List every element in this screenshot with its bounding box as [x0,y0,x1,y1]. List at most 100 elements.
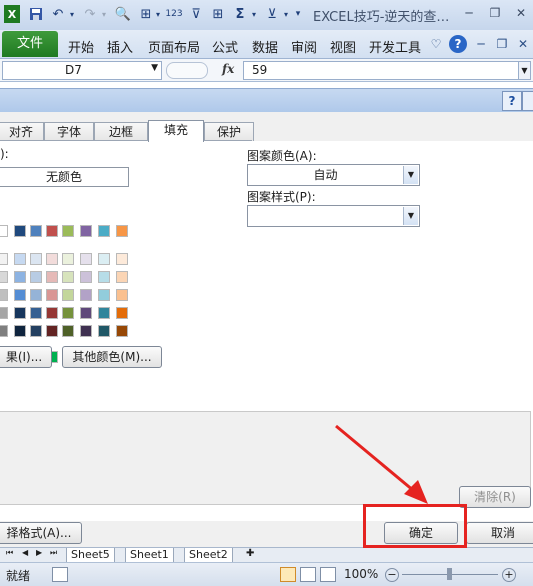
more-colors-button[interactable]: 其他颜色(M)... [62,346,162,368]
tab-formulas[interactable]: 公式 [212,37,238,56]
chevron-down-icon[interactable]: ▼ [403,166,418,184]
color-swatch[interactable] [62,289,74,301]
autosum-icon[interactable]: Σ [232,5,248,23]
number-format-icon[interactable]: 123 [165,5,182,23]
formula-input[interactable]: 59 [243,61,521,80]
color-swatch[interactable] [14,225,26,237]
cancel-button[interactable]: 取消 [466,522,533,544]
help-icon[interactable]: ? [449,35,467,53]
color-swatch[interactable] [14,253,26,265]
normal-view-icon[interactable] [280,567,296,582]
choose-format-from-cell-button[interactable]: 择格式(A)... [0,522,82,544]
pattern-style-select[interactable]: ▼ [247,205,420,227]
tab-protection[interactable]: 保护 [204,122,254,141]
color-swatch[interactable] [98,289,110,301]
dialog-help-icon[interactable]: ? [502,91,522,111]
color-swatch[interactable] [98,225,110,237]
color-swatch[interactable] [62,225,74,237]
dialog-close-icon[interactable] [522,91,533,111]
color-swatch[interactable] [30,289,42,301]
collapse-ribbon-icon[interactable]: ♡ [427,35,445,53]
tab-border[interactable]: 边框 [94,122,148,141]
excel-logo-icon[interactable]: X [4,5,20,23]
chevron-down-icon[interactable]: ▼ [151,63,158,73]
color-swatch[interactable] [14,271,26,283]
color-swatch[interactable] [80,225,92,237]
tab-page-layout[interactable]: 页面布局 [148,37,200,56]
macro-record-icon[interactable] [52,567,68,582]
color-swatch[interactable] [98,253,110,265]
sheet-tab-sheet5[interactable]: Sheet5 [66,548,115,563]
format-painter-icon[interactable]: ⊞ [138,5,154,23]
page-layout-view-icon[interactable] [300,567,316,582]
clear-button[interactable]: 清除(R) [459,486,531,508]
color-swatch[interactable] [98,307,110,319]
color-swatch[interactable] [0,325,8,337]
next-sheet-icon[interactable]: ▶ [36,548,42,557]
no-color-button[interactable]: 无颜色 [0,167,129,187]
tab-review[interactable]: 审阅 [291,37,317,56]
expand-formula-bar-icon[interactable]: ▼ [518,61,531,80]
insert-function-icon[interactable]: fx [222,62,234,76]
color-swatch[interactable] [46,225,58,237]
color-swatch[interactable] [80,307,92,319]
formula-bar-resize-handle[interactable] [166,62,208,79]
color-swatch[interactable] [116,289,128,301]
color-swatch[interactable] [14,307,26,319]
minimize-icon[interactable]: ─ [458,4,480,22]
color-swatch[interactable] [0,289,8,301]
tab-developer[interactable]: 开发工具 [369,37,421,56]
insert-sheet-icon[interactable]: ✚ [246,548,254,559]
color-swatch[interactable] [98,325,110,337]
format-dropdown-icon[interactable]: ▾ [154,5,162,23]
prev-sheet-icon[interactable]: ◀ [22,548,28,557]
sheet-tab-sheet1[interactable]: Sheet1 [125,548,174,563]
fill-effects-button[interactable]: 果(I)... [0,346,52,368]
autosum-dropdown-icon[interactable]: ▾ [250,5,258,23]
color-swatch[interactable] [46,325,58,337]
color-swatch[interactable] [30,271,42,283]
workbook-close-icon[interactable]: ✕ [514,35,532,53]
fill-dropdown-icon[interactable]: ▾ [282,5,290,23]
zoom-slider-thumb[interactable] [447,568,452,580]
tab-data[interactable]: 数据 [252,37,278,56]
color-swatch[interactable] [46,307,58,319]
tab-file[interactable]: 文件 [2,31,58,57]
color-swatch[interactable] [14,289,26,301]
name-box[interactable]: D7 ▼ [2,61,162,80]
color-swatch[interactable] [0,225,8,237]
color-swatch[interactable] [46,289,58,301]
redo-dropdown-icon[interactable]: ▾ [100,5,108,23]
color-swatch[interactable] [62,271,74,283]
tab-home[interactable]: 开始 [68,37,94,56]
page-break-view-icon[interactable] [320,567,336,582]
color-swatch[interactable] [0,307,8,319]
color-swatch[interactable] [62,307,74,319]
redo-icon[interactable]: ↷ [82,5,98,23]
zoom-out-icon[interactable]: − [385,568,399,582]
print-preview-icon[interactable]: 🔍 [114,5,132,23]
color-swatch[interactable] [116,271,128,283]
color-swatch[interactable] [116,225,128,237]
color-swatch[interactable] [62,325,74,337]
first-sheet-icon[interactable]: ⏮ [6,548,13,558]
color-swatch[interactable] [14,325,26,337]
color-swatch[interactable] [80,253,92,265]
color-swatch[interactable] [116,325,128,337]
color-swatch[interactable] [80,325,92,337]
zoom-level[interactable]: 100% [344,567,378,581]
workbook-restore-icon[interactable]: ❐ [493,35,511,53]
color-swatch[interactable] [30,225,42,237]
color-swatch[interactable] [0,253,8,265]
pattern-color-select[interactable]: 自动 ▼ [247,164,420,186]
color-swatch[interactable] [30,325,42,337]
workbook-minimize-icon[interactable]: ─ [472,35,490,53]
last-sheet-icon[interactable]: ⏭ [50,548,57,558]
color-swatch[interactable] [98,271,110,283]
sheet-tab-sheet2[interactable]: Sheet2 [184,548,233,563]
tab-fill[interactable]: 填充 [148,120,204,142]
tab-alignment[interactable]: 对齐 [0,122,44,141]
color-swatch[interactable] [80,289,92,301]
undo-icon[interactable]: ↶ [50,5,66,23]
color-swatch[interactable] [80,271,92,283]
